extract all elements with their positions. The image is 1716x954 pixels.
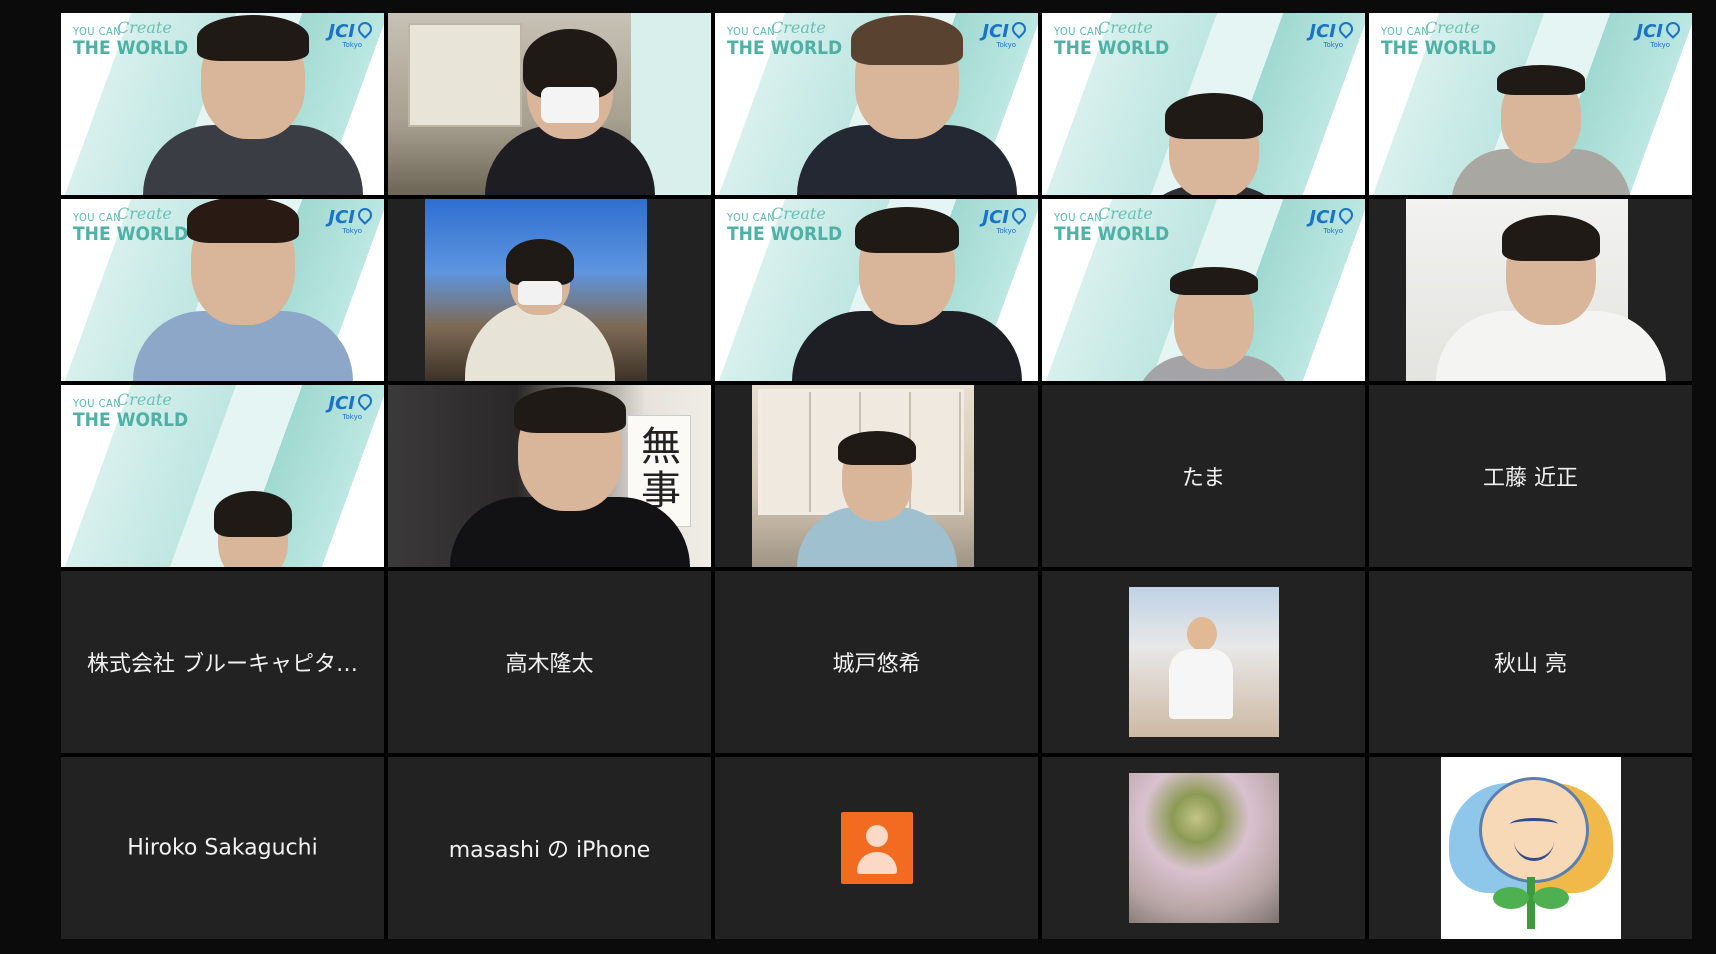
participant-video [796, 15, 1017, 195]
jci-logo: JCI [328, 391, 375, 414]
participant-tile[interactable] [715, 757, 1038, 939]
jci-logo: JCI [1309, 19, 1356, 42]
participant-tile[interactable]: たま [1042, 385, 1365, 567]
vbg-world-text: THE WORLD [1054, 223, 1170, 245]
participant-tile[interactable]: 株式会社 ブルーキャピタ… [61, 571, 384, 753]
participant-tile[interactable]: YOU CAN Create THE WORLD JCI Tokyo [61, 13, 384, 195]
vbg-city-text: Tokyo [1323, 41, 1343, 49]
jci-logo: JCI [1636, 19, 1683, 42]
participant-video [142, 15, 363, 195]
vbg-world-text: THE WORLD [1381, 37, 1497, 59]
default-user-avatar-icon [840, 812, 913, 884]
participant-name: たま [1181, 466, 1226, 491]
participant-tile[interactable]: masashi の iPhone [388, 757, 711, 939]
participant-video [791, 207, 1022, 381]
location-pin-icon [1336, 19, 1356, 39]
vbg-world-text: THE WORLD [1054, 37, 1170, 59]
participant-video [132, 199, 353, 381]
participant-name: Hiroko Sakaguchi [127, 835, 318, 861]
participant-grid: YOU CAN Create THE WORLD JCI Tokyo YOU C… [61, 13, 1692, 939]
participant-tile[interactable]: 工藤 近正 [1369, 385, 1692, 567]
vbg-world-text: THE WORLD [73, 409, 189, 431]
participant-name: 株式会社 ブルーキャピタ… [87, 652, 358, 677]
participant-video [178, 491, 328, 567]
participant-video [449, 387, 690, 567]
participant-tile[interactable] [1369, 757, 1692, 939]
participant-name: 城戸悠希 [832, 652, 921, 677]
participant-tile[interactable]: 高木隆太 [388, 571, 711, 753]
location-pin-icon [1663, 19, 1683, 39]
location-pin-icon [355, 205, 375, 225]
participant-video [1133, 267, 1294, 381]
participant-video [1128, 93, 1299, 195]
participant-video [484, 29, 655, 195]
participant-tile[interactable]: 無事 [388, 385, 711, 567]
vbg-create-text: Create [1425, 18, 1480, 37]
vbg-city-text: Tokyo [1323, 227, 1343, 235]
participant-name: masashi の iPhone [448, 838, 651, 863]
participant-tile[interactable] [388, 199, 711, 381]
participant-tile[interactable]: YOU CAN Create THE WORLD JCI Tokyo [1369, 13, 1692, 195]
participant-tile[interactable] [715, 385, 1038, 567]
participant-tile[interactable]: YOU CAN Create THE WORLD JCI Tokyo [61, 385, 384, 567]
vbg-create-text: Create [117, 390, 172, 409]
participant-name: 工藤 近正 [1483, 466, 1578, 491]
participant-tile[interactable] [1042, 571, 1365, 753]
participant-video [1435, 215, 1666, 381]
location-pin-icon [355, 391, 375, 411]
participant-tile[interactable]: YOU CAN Create THE WORLD JCI Tokyo [1042, 13, 1365, 195]
participant-tile[interactable]: YOU CAN Create THE WORLD JCI Tokyo [715, 13, 1038, 195]
participant-tile[interactable]: YOU CAN Create THE WORLD JCI Tokyo [1042, 199, 1365, 381]
mascot-logo [1440, 757, 1621, 939]
participant-tile[interactable]: Hiroko Sakaguchi [61, 757, 384, 939]
vbg-create-text: Create [1098, 18, 1153, 37]
location-pin-icon [1336, 205, 1356, 225]
participant-tile[interactable] [1042, 757, 1365, 939]
vbg-city-text: Tokyo [342, 413, 362, 421]
participant-tile[interactable] [1369, 199, 1692, 381]
jci-logo: JCI [1309, 205, 1356, 228]
participant-tile[interactable]: 城戸悠希 [715, 571, 1038, 753]
vbg-city-text: Tokyo [1650, 41, 1670, 49]
participant-name: 高木隆太 [505, 652, 594, 677]
gallery-view: YOU CAN Create THE WORLD JCI Tokyo YOU C… [0, 0, 1716, 954]
participant-video [796, 431, 957, 567]
participant-tile-active-speaker[interactable]: YOU CAN Create THE WORLD JCI Tokyo [715, 199, 1038, 381]
flower-photo [1128, 773, 1279, 923]
participant-video [1450, 65, 1631, 195]
profile-photo [1128, 587, 1279, 737]
participant-tile[interactable]: YOU CAN Create THE WORLD JCI Tokyo [61, 199, 384, 381]
vbg-create-text: Create [1098, 204, 1153, 223]
participant-tile[interactable] [388, 13, 711, 195]
participant-tile[interactable]: 秋山 亮 [1369, 571, 1692, 753]
participant-video [464, 239, 615, 381]
participant-name: 秋山 亮 [1494, 652, 1567, 677]
